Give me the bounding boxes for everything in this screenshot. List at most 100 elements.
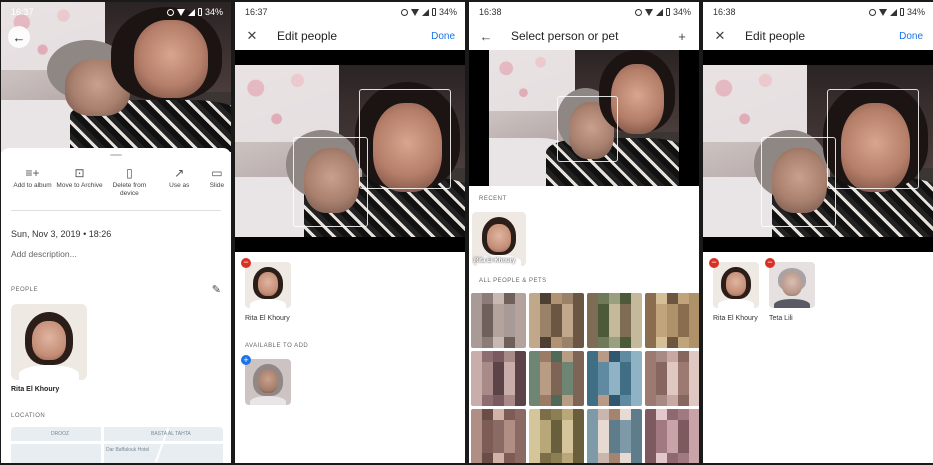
blurred-face-thumbnail	[529, 409, 584, 463]
app-bar: ✕ Edit people Done	[703, 22, 933, 50]
person-grid-item[interactable]	[645, 293, 699, 348]
remove-icon[interactable]: −	[241, 258, 251, 268]
add-icon[interactable]: +	[675, 29, 689, 44]
close-icon[interactable]: ✕	[713, 28, 727, 44]
screen-title: Edit people	[277, 29, 338, 43]
person-grid-item[interactable]	[529, 293, 584, 348]
battery-icon	[665, 8, 670, 16]
dnd-icon	[868, 8, 876, 16]
playlist-add-icon: ≡+	[25, 166, 40, 180]
face-box[interactable]	[359, 89, 452, 189]
face-box[interactable]	[827, 89, 920, 189]
people-grid	[471, 293, 699, 463]
photo-preview	[235, 50, 465, 252]
add-to-album-button[interactable]: ≡+ Add to album	[9, 166, 56, 198]
person-name: Rita El Khoury	[11, 386, 60, 394]
status-bar: 16:37 34%	[235, 2, 465, 22]
face-box[interactable]	[292, 137, 369, 227]
person-grid-item[interactable]	[587, 409, 642, 463]
person-tile[interactable]: − Teta Lili	[765, 258, 815, 323]
unassigned-face-tile[interactable]: +	[241, 355, 291, 405]
arrow-back-icon[interactable]: ←	[479, 29, 493, 44]
available-label: AVAILABLE TO ADD	[245, 343, 309, 349]
signal-icon	[421, 8, 429, 16]
edit-pencil-icon[interactable]: ✎	[212, 283, 221, 296]
person-grid-item[interactable]	[645, 351, 699, 406]
open-in-new-icon: ↗	[174, 166, 185, 180]
sheet-handle[interactable]	[110, 154, 122, 156]
location-map[interactable]: DROOZ BASTA AL TAHTA Dar Baffalouk Hotel	[11, 427, 223, 463]
signal-icon	[889, 8, 897, 16]
person-name: Rita El Khoury	[713, 315, 758, 322]
map-label: BASTA AL TAHTA	[151, 431, 191, 437]
description-field[interactable]: Add description...	[11, 249, 231, 259]
use-as-button[interactable]: ↗ Use as	[156, 166, 203, 198]
close-icon[interactable]: ✕	[245, 28, 259, 44]
person-grid-item[interactable]	[529, 351, 584, 406]
recent-label: RECENT	[479, 196, 507, 202]
slideshow-button[interactable]: ▭ Slide	[203, 166, 231, 198]
app-bar: ✕ Edit people Done	[235, 22, 465, 50]
person-grid-item[interactable]	[645, 409, 699, 463]
person-grid-item[interactable]	[471, 293, 526, 348]
wifi-icon	[410, 8, 419, 16]
screenshot-strip: 16:37 34% ← ≡+ Add to album ⊡ Move to Arch…	[0, 0, 933, 465]
status-bar: 16:38 34%	[469, 2, 699, 22]
person-avatar	[245, 262, 291, 308]
blurred-face-thumbnail	[587, 351, 642, 406]
remove-icon[interactable]: −	[765, 258, 775, 268]
date-time[interactable]: Sun, Nov 3, 2019 • 18:26	[11, 229, 231, 239]
photo-preview	[469, 50, 699, 186]
delete-from-device-button[interactable]: ▯ Delete from device	[103, 166, 156, 198]
battery-level: 34%	[438, 7, 457, 17]
action-label: Use as	[169, 182, 190, 189]
status-bar: 16:38 34%	[703, 2, 933, 22]
person-tile[interactable]: − Rita El Khoury	[241, 258, 291, 323]
add-icon[interactable]: +	[241, 355, 251, 365]
face-box[interactable]	[760, 137, 837, 227]
edit-people-screen-updated: 16:38 34% ✕ Edit people Done − Rita El K…	[703, 2, 933, 463]
location-label: LOCATION	[11, 413, 46, 420]
recent-person-tile[interactable]: Rita El Khoury	[472, 212, 526, 266]
signal-icon	[655, 8, 663, 16]
photo-info-screen: 16:37 34% ← ≡+ Add to album ⊡ Move to Arch…	[1, 2, 231, 463]
battery-level: 34%	[672, 7, 691, 17]
action-label: Move to Archive	[56, 182, 103, 189]
done-button[interactable]: Done	[899, 31, 923, 42]
photo-preview	[703, 50, 933, 252]
blurred-face-thumbnail	[471, 351, 526, 406]
person-grid-item[interactable]	[587, 351, 642, 406]
person-grid-item[interactable]	[471, 409, 526, 463]
action-label: Slide	[209, 182, 225, 189]
action-bar: ≡+ Add to album ⊡ Move to Archive ▯ Delete …	[1, 166, 231, 198]
action-label: Delete from device	[112, 182, 147, 198]
person-card[interactable]	[11, 304, 87, 381]
face-box	[557, 96, 619, 162]
person-grid-item[interactable]	[471, 351, 526, 406]
blurred-face-thumbnail	[471, 293, 526, 348]
dnd-icon	[634, 8, 642, 16]
person-tile[interactable]: − Rita El Khoury	[709, 258, 759, 323]
move-to-archive-button[interactable]: ⊡ Move to Archive	[56, 166, 103, 198]
photo-time: 18:26	[88, 229, 112, 240]
blurred-face-thumbnail	[471, 409, 526, 463]
person-grid-item[interactable]	[587, 293, 642, 348]
remove-icon[interactable]: −	[709, 258, 719, 268]
status-time: 16:37	[11, 7, 34, 17]
face-thumbnail	[245, 359, 291, 405]
blurred-face-thumbnail	[529, 351, 584, 406]
archive-icon: ⊡	[74, 166, 85, 180]
app-bar: ← Select person or pet +	[469, 22, 699, 50]
blurred-face-thumbnail	[587, 293, 642, 348]
battery-icon	[197, 8, 202, 16]
person-grid-item[interactable]	[529, 409, 584, 463]
done-button[interactable]: Done	[431, 31, 455, 42]
main-photo[interactable]	[1, 2, 231, 152]
wifi-icon	[878, 8, 887, 16]
back-button[interactable]: ←	[8, 26, 30, 48]
person-name: Rita El Khoury	[245, 315, 290, 322]
wifi-icon	[176, 8, 185, 16]
battery-icon	[899, 8, 904, 16]
person-avatar	[769, 262, 815, 308]
status-time: 16:37	[245, 7, 268, 17]
